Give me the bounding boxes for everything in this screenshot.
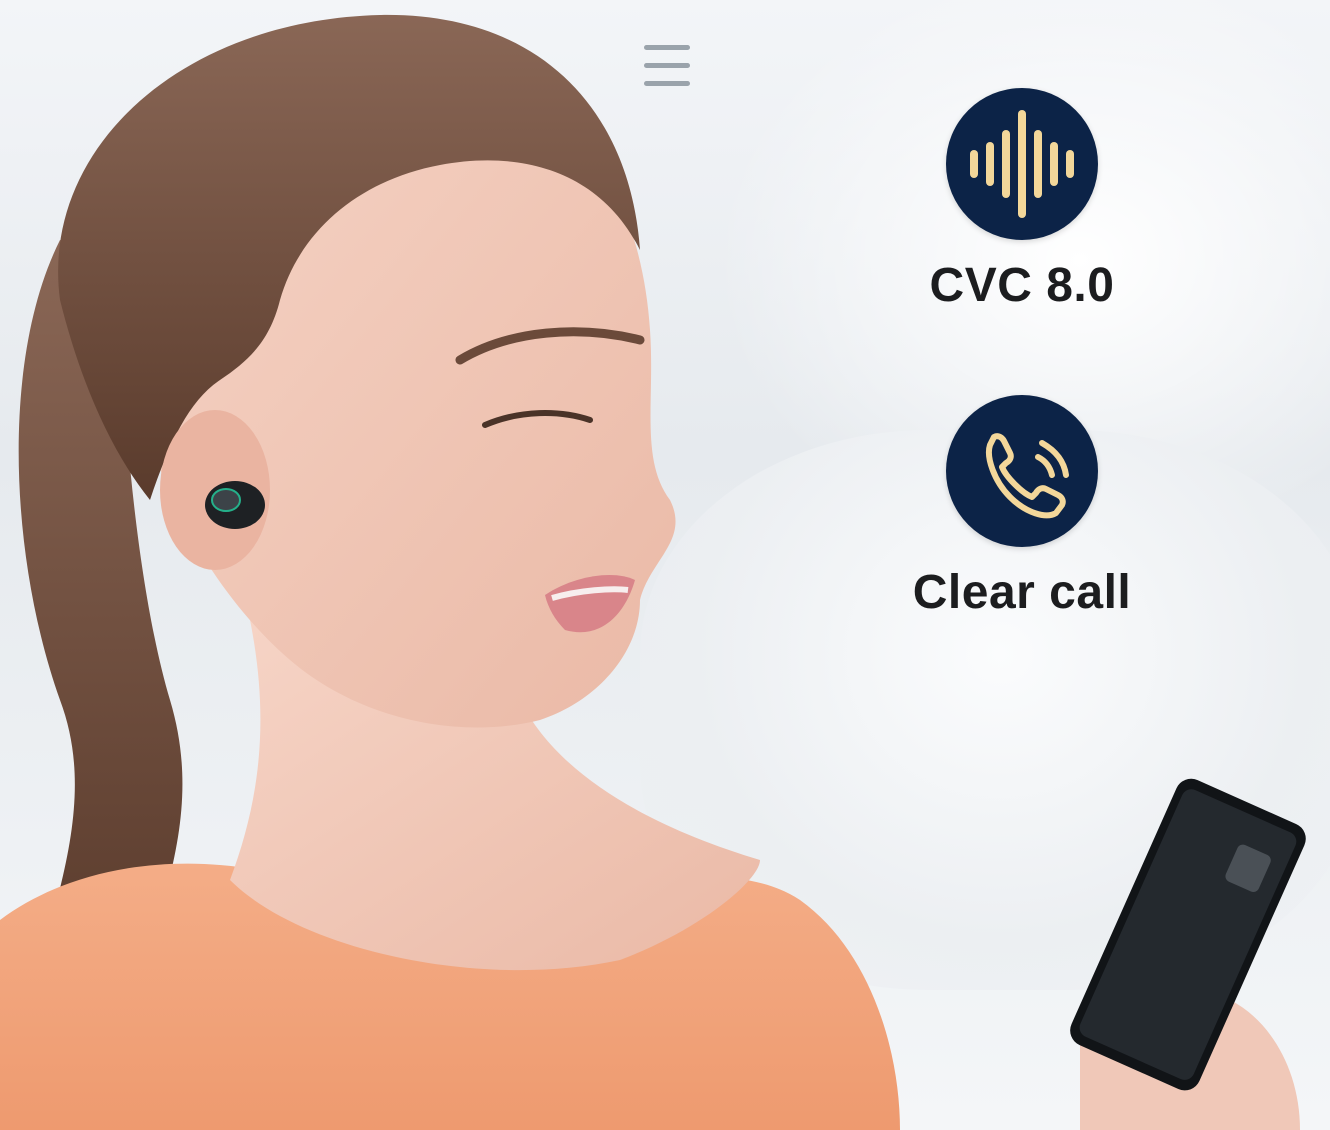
phone-call-icon: [946, 395, 1098, 547]
feature-clear-call: Clear call: [872, 395, 1172, 617]
menu-bar: [644, 81, 690, 86]
product-photo: CVC 8.0 Clear call: [0, 0, 1330, 1130]
feature-label: CVC 8.0: [929, 259, 1115, 312]
feature-label: Clear call: [912, 566, 1132, 619]
hamburger-menu-icon[interactable]: [644, 44, 690, 90]
menu-bar: [644, 45, 690, 50]
menu-bar: [644, 63, 690, 68]
feature-cvc: CVC 8.0: [872, 88, 1172, 310]
sound-wave-icon: [946, 88, 1098, 240]
